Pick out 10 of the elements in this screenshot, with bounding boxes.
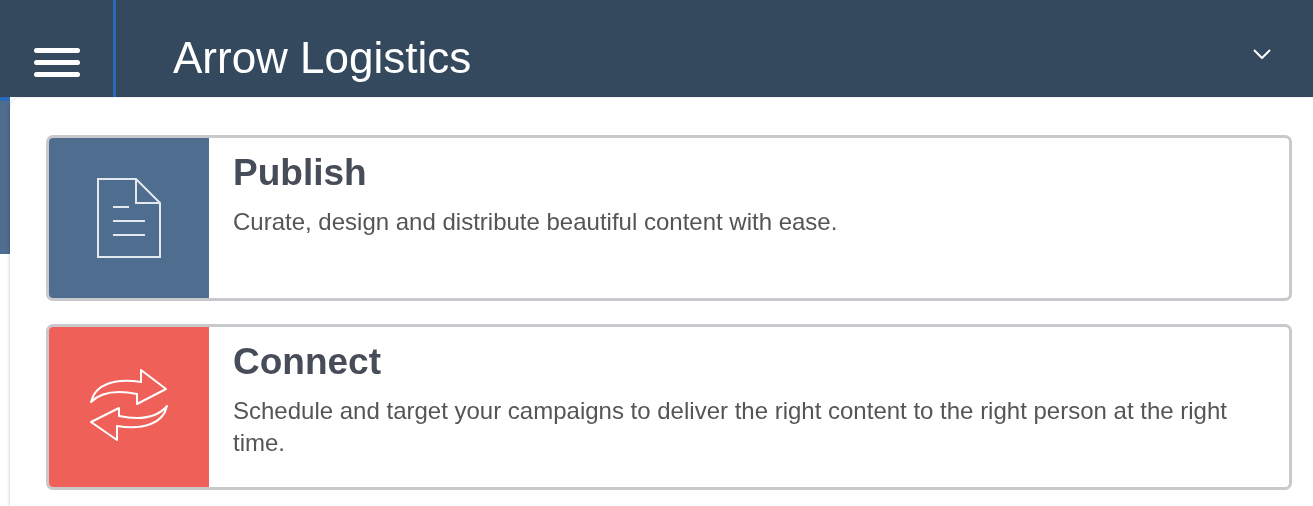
product-card[interactable]: Connect Schedule and target your campaigns to deliver the right content to the right person at the right time. [46,324,1292,490]
card-description: Curate, design and distribute beautiful content with ease. [233,207,838,237]
card-title: Connect [233,341,382,383]
document-icon [97,178,161,258]
card-description: Schedule and target your campaigns to deliver the right content to the right person at the right time. [233,396,1228,458]
product-card[interactable]: Publish Curate, design and distribute beautiful content with ease. [46,135,1292,301]
card-title: Publish [233,152,368,194]
chevron-down-icon[interactable] [1253,48,1271,59]
app-title: Arrow Logistics [173,31,473,83]
menu-button[interactable] [33,48,80,77]
